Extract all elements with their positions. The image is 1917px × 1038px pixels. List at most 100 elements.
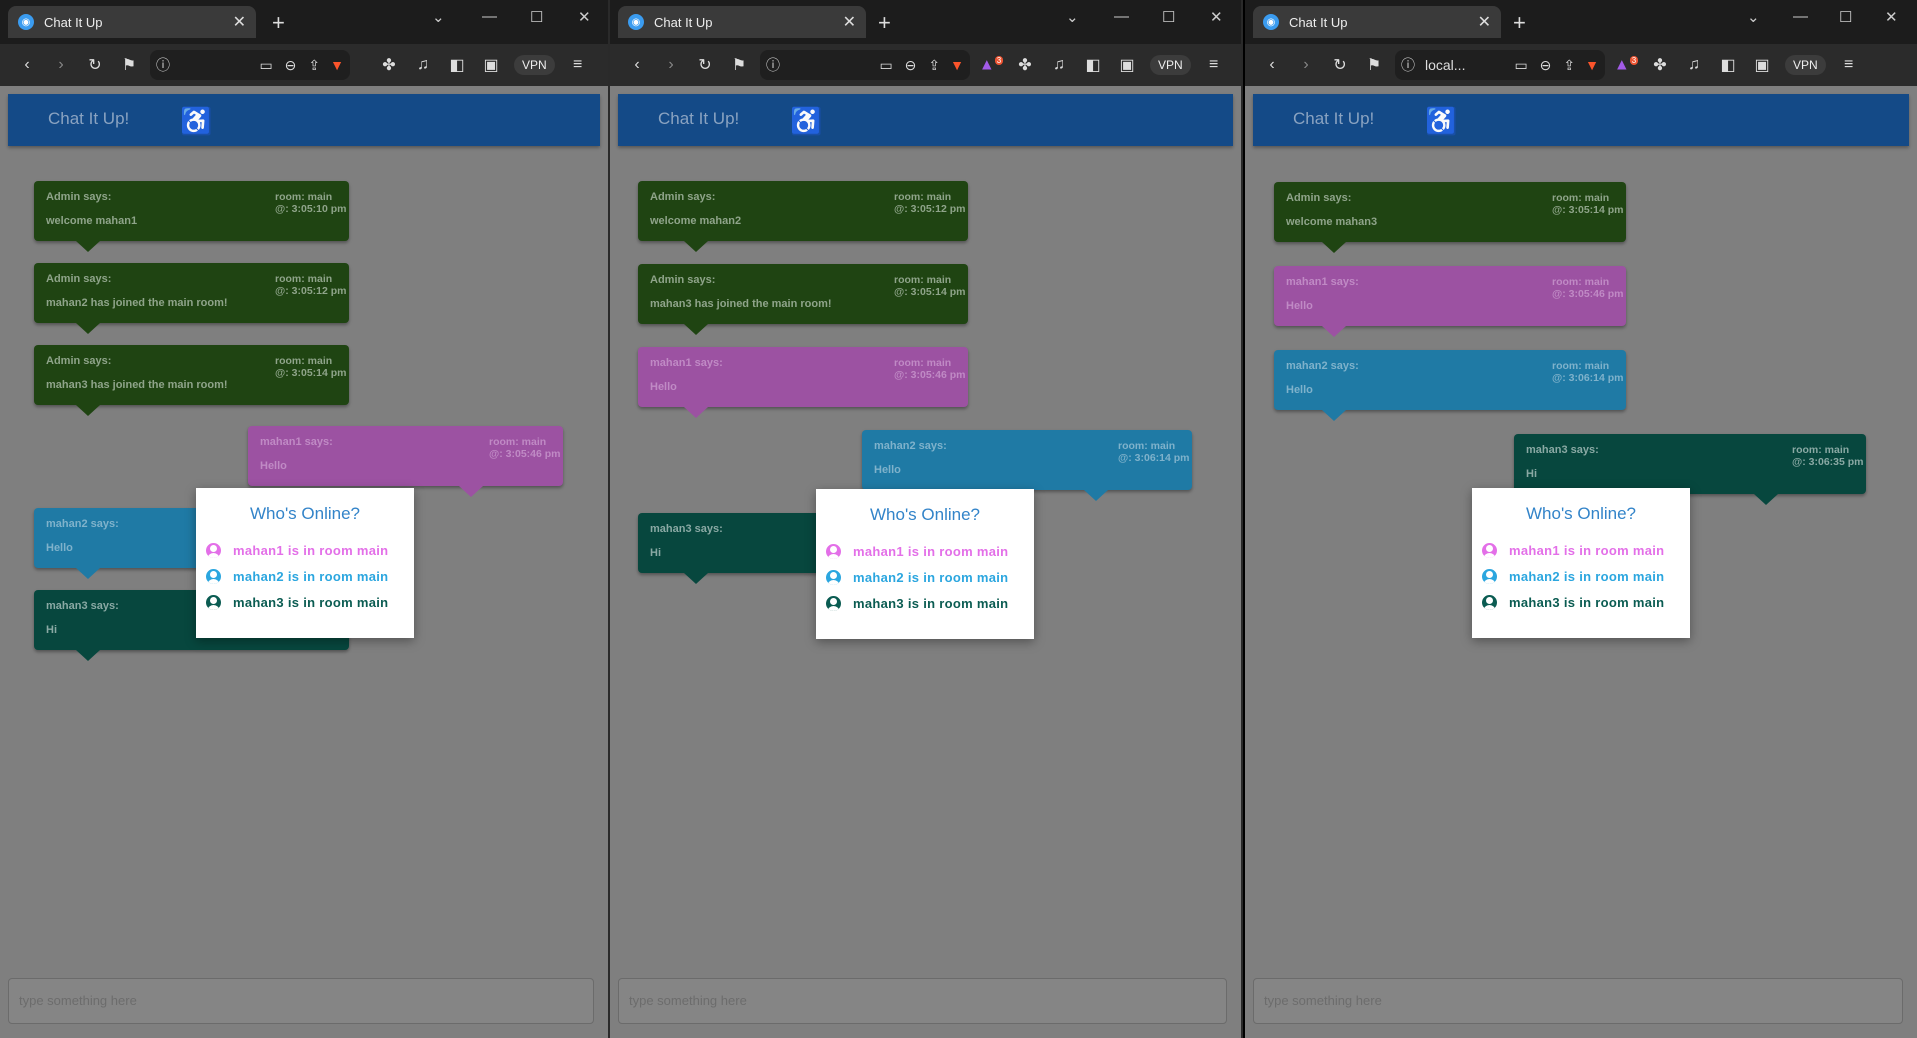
bookmark-icon[interactable]: ⚑ bbox=[112, 55, 146, 75]
brave-shields-icon[interactable]: ▼ bbox=[950, 57, 964, 73]
message-input[interactable]: type something here bbox=[1253, 978, 1903, 1024]
message-input[interactable]: type something here bbox=[8, 978, 594, 1024]
vpn-button[interactable]: VPN bbox=[1150, 55, 1191, 75]
media-icon[interactable]: ♫ bbox=[406, 56, 440, 74]
accessibility-icon[interactable]: ♿ bbox=[1425, 106, 1457, 137]
sidebar-icon[interactable]: ◧ bbox=[440, 55, 474, 75]
cast-icon[interactable]: ▭ bbox=[259, 57, 272, 74]
forward-icon[interactable]: › bbox=[1289, 56, 1323, 74]
close-window-icon[interactable]: ✕ bbox=[1210, 8, 1223, 26]
extensions-icon[interactable]: ✤ bbox=[372, 55, 406, 75]
message-meta: room: main @: 3:05:46 pm bbox=[1552, 276, 1626, 300]
message-time: @: 3:06:14 pm bbox=[1118, 452, 1190, 464]
back-icon[interactable]: ‹ bbox=[10, 56, 44, 74]
forward-icon[interactable]: › bbox=[654, 56, 688, 74]
extensions-icon[interactable]: ✤ bbox=[1643, 55, 1677, 75]
message-author: mahan2 says: bbox=[46, 518, 119, 530]
brave-shields-icon[interactable]: ▼ bbox=[330, 57, 344, 73]
zoom-icon[interactable]: ⊖ bbox=[905, 57, 917, 74]
message-text: mahan3 has joined the main room! bbox=[650, 298, 832, 310]
close-window-icon[interactable]: ✕ bbox=[1885, 8, 1898, 26]
message-text: welcome mahan1 bbox=[46, 215, 138, 227]
site-info-icon[interactable]: ⓘ bbox=[766, 55, 780, 75]
share-icon[interactable]: ⇪ bbox=[308, 57, 320, 74]
message-author: mahan1 says: bbox=[1286, 276, 1359, 288]
message-pointer bbox=[1754, 494, 1778, 505]
wallet-icon[interactable]: ▣ bbox=[474, 55, 508, 75]
dialog-title: Who's Online? bbox=[1525, 504, 1637, 523]
chat-page: Chat It Up! ♿ Admin says: welcome mahan2… bbox=[610, 86, 1241, 1038]
site-info-icon[interactable]: ⓘ bbox=[1401, 55, 1415, 75]
wallet-icon[interactable]: ▣ bbox=[1110, 55, 1144, 75]
reload-icon[interactable]: ↻ bbox=[78, 55, 112, 75]
menu-icon[interactable]: ≡ bbox=[1197, 56, 1231, 74]
brave-shields-icon[interactable]: ▼ bbox=[1585, 57, 1599, 73]
chat-message: mahan1 says: Hello room: main @: 3:05:46 … bbox=[248, 426, 563, 497]
zoom-icon[interactable]: ⊖ bbox=[285, 57, 297, 74]
close-window-icon[interactable]: ✕ bbox=[578, 8, 591, 26]
reload-icon[interactable]: ↻ bbox=[1323, 55, 1357, 75]
accessibility-icon[interactable]: ♿ bbox=[790, 106, 822, 137]
address-bar[interactable]: ⓘ ▭ ⊖ ⇪ ▼ bbox=[150, 50, 350, 80]
extensions-icon[interactable]: ✤ bbox=[1008, 55, 1042, 75]
close-tab-icon[interactable]: ✕ bbox=[233, 12, 246, 32]
browser-tab[interactable]: ◉ Chat It Up ✕ bbox=[1253, 6, 1501, 38]
message-text: Hello bbox=[650, 381, 677, 393]
share-icon[interactable]: ⇪ bbox=[1563, 57, 1575, 74]
tab-search-icon[interactable]: ⌄ bbox=[1066, 8, 1079, 26]
media-icon[interactable]: ♫ bbox=[1677, 56, 1711, 74]
new-tab-icon[interactable]: + bbox=[1513, 10, 1526, 36]
message-meta: room: main @: 3:05:14 pm bbox=[275, 355, 349, 379]
sidebar-icon[interactable]: ◧ bbox=[1076, 55, 1110, 75]
whos-online-dialog: Who's Online? mahan1 is in room main mah… bbox=[196, 488, 414, 638]
share-icon[interactable]: ⇪ bbox=[928, 57, 940, 74]
message-pointer bbox=[1322, 242, 1346, 253]
menu-icon[interactable]: ≡ bbox=[1832, 56, 1866, 74]
maximize-icon[interactable]: ☐ bbox=[1839, 8, 1852, 26]
forward-icon[interactable]: › bbox=[44, 56, 78, 74]
maximize-icon[interactable]: ☐ bbox=[1162, 8, 1175, 26]
back-icon[interactable]: ‹ bbox=[1255, 56, 1289, 74]
message-author: Admin says: bbox=[1286, 192, 1352, 204]
tab-strip: ◉ Chat It Up ✕ + ⌄ — ☐ ✕ bbox=[610, 0, 1241, 44]
vpn-button[interactable]: VPN bbox=[514, 55, 555, 75]
close-tab-icon[interactable]: ✕ bbox=[843, 12, 856, 32]
browser-tab[interactable]: ◉ Chat It Up ✕ bbox=[618, 6, 866, 38]
bookmark-icon[interactable]: ⚑ bbox=[1357, 55, 1391, 75]
message-input[interactable]: type something here bbox=[618, 978, 1227, 1024]
sidebar-icon[interactable]: ◧ bbox=[1711, 55, 1745, 75]
rewards-icon[interactable]: ▲ 3 bbox=[1609, 55, 1643, 74]
media-icon[interactable]: ♫ bbox=[1042, 56, 1076, 74]
tab-search-icon[interactable]: ⌄ bbox=[432, 8, 445, 26]
zoom-icon[interactable]: ⊖ bbox=[1540, 57, 1552, 74]
close-tab-icon[interactable]: ✕ bbox=[1478, 12, 1491, 32]
minimize-icon[interactable]: — bbox=[1114, 8, 1129, 25]
address-bar[interactable]: ⓘ local... ▭ ⊖ ⇪ ▼ bbox=[1395, 50, 1605, 80]
tab-search-icon[interactable]: ⌄ bbox=[1747, 8, 1760, 26]
address-bar[interactable]: ⓘ ▭ ⊖ ⇪ ▼ bbox=[760, 50, 970, 80]
bookmark-icon[interactable]: ⚑ bbox=[722, 55, 756, 75]
message-author: mahan1 says: bbox=[260, 436, 333, 448]
online-user-text: mahan3 is in room main bbox=[1509, 595, 1665, 610]
cast-icon[interactable]: ▭ bbox=[1514, 57, 1527, 74]
cast-icon[interactable]: ▭ bbox=[879, 57, 892, 74]
site-info-icon[interactable]: ⓘ bbox=[156, 55, 170, 75]
user-icon bbox=[1482, 595, 1497, 610]
new-tab-icon[interactable]: + bbox=[272, 10, 285, 36]
reload-icon[interactable]: ↻ bbox=[688, 55, 722, 75]
minimize-icon[interactable]: — bbox=[482, 8, 497, 25]
message-time: @: 3:05:14 pm bbox=[894, 286, 966, 298]
rewards-icon[interactable]: ▲ 3 bbox=[974, 55, 1008, 74]
back-icon[interactable]: ‹ bbox=[620, 56, 654, 74]
browser-tab[interactable]: ◉ Chat It Up ✕ bbox=[8, 6, 256, 38]
new-tab-icon[interactable]: + bbox=[878, 10, 891, 36]
message-author: mahan3 says: bbox=[1526, 444, 1599, 456]
online-user-row: mahan1 is in room main bbox=[1482, 543, 1664, 558]
vpn-button[interactable]: VPN bbox=[1785, 55, 1826, 75]
menu-icon[interactable]: ≡ bbox=[561, 56, 595, 74]
message-text: mahan2 has joined the main room! bbox=[46, 297, 228, 309]
maximize-icon[interactable]: ☐ bbox=[530, 8, 543, 26]
wallet-icon[interactable]: ▣ bbox=[1745, 55, 1779, 75]
accessibility-icon[interactable]: ♿ bbox=[180, 106, 212, 137]
minimize-icon[interactable]: — bbox=[1793, 8, 1808, 25]
